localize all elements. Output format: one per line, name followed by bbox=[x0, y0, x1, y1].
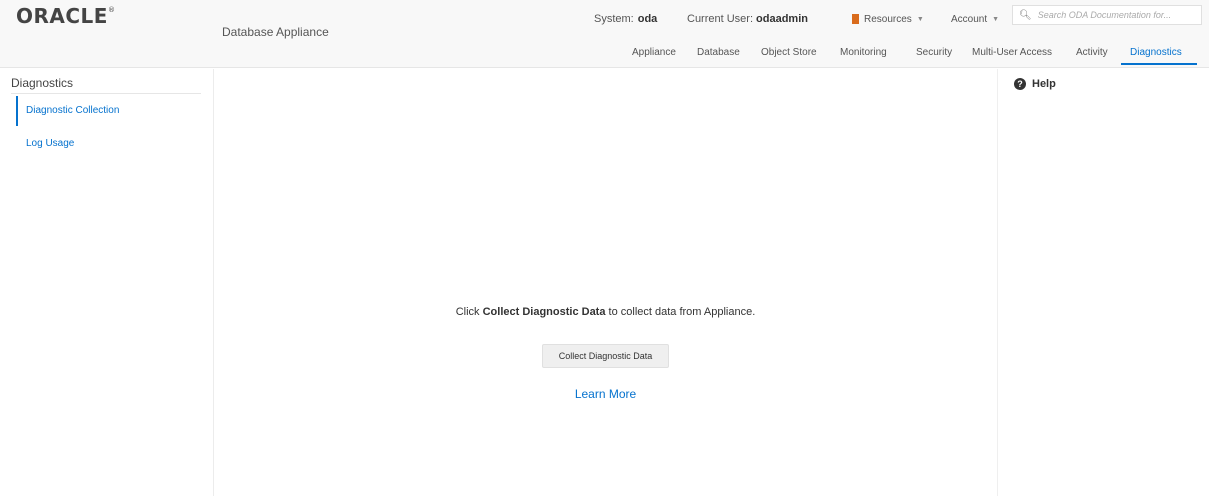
book-icon bbox=[852, 14, 859, 24]
question-circle-icon: ? bbox=[1014, 78, 1026, 90]
account-menu[interactable]: Account ▼ bbox=[951, 11, 999, 27]
sidebar-divider bbox=[11, 93, 201, 94]
help-link[interactable]: ? Help bbox=[1014, 78, 1056, 90]
resources-menu[interactable]: Resources ▼ bbox=[852, 11, 924, 27]
current-user-info: Current User: odaadmin bbox=[687, 11, 808, 27]
chevron-down-icon: ▼ bbox=[916, 15, 924, 23]
message-prefix: Click bbox=[455, 306, 480, 318]
collect-diagnostic-data-button[interactable]: Collect Diagnostic Data bbox=[542, 344, 669, 368]
sidebar-item-log-usage[interactable]: Log Usage bbox=[26, 138, 74, 149]
instruction-message: Click Collect Diagnostic Data to collect… bbox=[215, 306, 996, 318]
resources-label: Resources bbox=[864, 13, 912, 25]
message-emphasis: Collect Diagnostic Data bbox=[482, 306, 606, 318]
main-content: Click Collect Diagnostic Data to collect… bbox=[215, 69, 996, 496]
learn-more-link[interactable]: Learn More bbox=[215, 387, 996, 401]
tab-appliance[interactable]: Appliance bbox=[632, 47, 676, 63]
oracle-logo: ORACLE® bbox=[16, 4, 116, 28]
system-label: System: bbox=[594, 13, 634, 25]
tab-activity[interactable]: Activity bbox=[1076, 47, 1108, 63]
help-panel: ? Help bbox=[997, 69, 1209, 496]
search-icon: 🔍︎ bbox=[1019, 9, 1032, 21]
sidebar: Diagnostics Diagnostic Collection Log Us… bbox=[0, 69, 214, 496]
active-tab-indicator bbox=[1121, 63, 1197, 65]
system-value: oda bbox=[637, 13, 658, 25]
tab-object-store[interactable]: Object Store bbox=[761, 47, 817, 63]
system-info: System: oda bbox=[594, 11, 657, 27]
current-user-label: Current User: bbox=[687, 13, 754, 25]
tab-database[interactable]: Database bbox=[697, 47, 740, 63]
chevron-down-icon: ▼ bbox=[992, 15, 1000, 23]
documentation-search[interactable]: 🔍︎ bbox=[1012, 5, 1202, 25]
tab-multi-user-access[interactable]: Multi-User Access bbox=[972, 47, 1052, 63]
search-input[interactable] bbox=[1037, 10, 1198, 20]
help-label: Help bbox=[1032, 78, 1056, 90]
sidebar-title: Diagnostics bbox=[11, 76, 74, 90]
sidebar-item-diagnostic-collection[interactable]: Diagnostic Collection bbox=[16, 96, 202, 126]
account-label: Account bbox=[951, 13, 988, 25]
tab-diagnostics[interactable]: Diagnostics bbox=[1130, 47, 1182, 63]
tab-security[interactable]: Security bbox=[916, 47, 952, 63]
top-header: ORACLE® Database Appliance System: oda C… bbox=[0, 0, 1209, 68]
current-user-value: odaadmin bbox=[756, 13, 808, 25]
app-title: Database Appliance bbox=[222, 25, 329, 39]
tab-monitoring[interactable]: Monitoring bbox=[840, 47, 887, 63]
message-suffix: to collect data from Appliance. bbox=[608, 306, 756, 318]
